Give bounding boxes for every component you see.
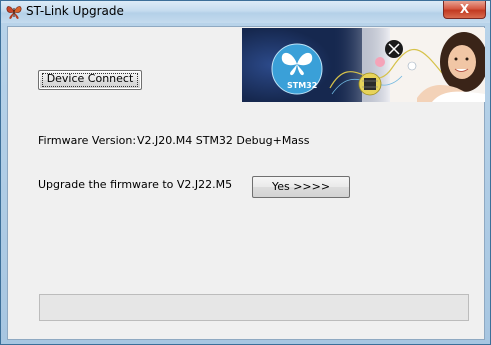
firmware-version-value: V2.J20.M4 STM32 Debug+Mass stor xyxy=(137,134,313,147)
focus-rectangle xyxy=(42,73,138,87)
st-link-upgrade-window: ST-Link Upgrade X STM32 Device Connect F… xyxy=(0,0,491,345)
butterfly-icon xyxy=(5,3,23,21)
window-title: ST-Link Upgrade xyxy=(26,4,124,18)
st-banner-image: STM32 xyxy=(242,28,485,102)
title-bar[interactable]: ST-Link Upgrade X xyxy=(1,1,490,23)
close-button[interactable]: X xyxy=(443,1,486,19)
dialog-client-area: STM32 Device Connect Firmware Version: V… xyxy=(7,26,485,340)
yes-button-label: Yes >>>> xyxy=(271,180,331,193)
device-connect-button[interactable]: Device Connect xyxy=(38,70,142,90)
microcontroller-chip-icon xyxy=(358,72,382,96)
stm32-logo-icon: STM32 xyxy=(271,43,323,95)
upgrade-firmware-label: Upgrade the firmware to V2.J22.M5 xyxy=(38,178,233,191)
svg-text:STM32: STM32 xyxy=(287,81,317,90)
firmware-version-label: Firmware Version: xyxy=(38,134,137,147)
yes-upgrade-button[interactable]: Yes >>>> xyxy=(252,176,350,198)
upgrade-progress-bar xyxy=(39,294,469,321)
crossed-tools-icon xyxy=(385,40,403,58)
